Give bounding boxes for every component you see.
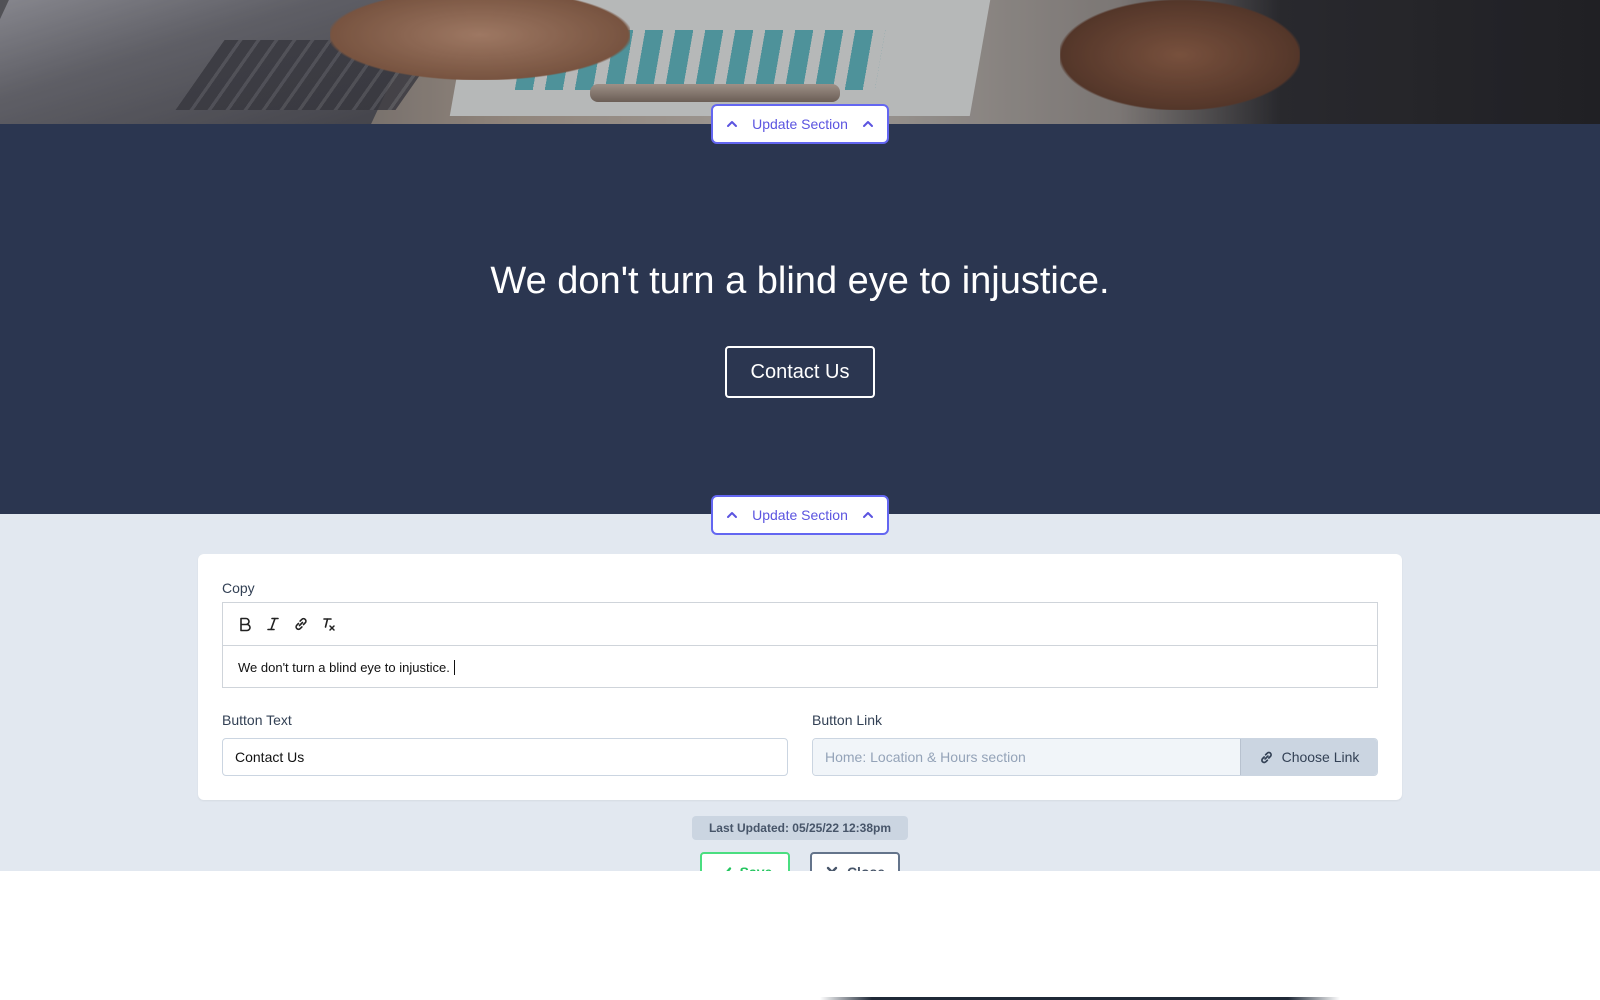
copy-rich-text-editor[interactable]: We don't turn a blind eye to injustice. [222, 602, 1378, 688]
button-link-field: Home: Location & Hours section Choose Li… [812, 738, 1378, 776]
button-text-input[interactable]: Contact Us [222, 738, 788, 776]
bold-icon[interactable] [235, 614, 255, 634]
link-icon [1260, 751, 1272, 763]
update-section-label: Update Section [752, 507, 848, 523]
copy-editor-content[interactable]: We don't turn a blind eye to injustice. [223, 646, 1377, 689]
link-icon[interactable] [291, 614, 311, 634]
update-section-label: Update Section [752, 116, 848, 132]
text-caret [453, 660, 455, 675]
chevron-up-icon [862, 512, 873, 518]
page-below [0, 871, 1600, 1000]
copy-text: We don't turn a blind eye to injustice. [238, 660, 450, 675]
chevron-up-icon [727, 121, 738, 127]
editor-panel: Copy We don't turn a blind eye to injust… [0, 514, 1600, 892]
update-section-button-top[interactable]: Update Section [711, 104, 889, 144]
last-updated-badge: Last Updated: 05/25/22 12:38pm [692, 816, 908, 840]
chevron-up-icon [862, 121, 873, 127]
clear-format-icon[interactable] [319, 614, 339, 634]
contact-us-button[interactable]: Contact Us [725, 346, 875, 398]
choose-link-button[interactable]: Choose Link [1240, 739, 1377, 775]
update-section-button-bottom[interactable]: Update Section [711, 495, 889, 535]
chevron-up-icon [727, 512, 738, 518]
choose-link-label: Choose Link [1281, 749, 1360, 765]
cta-heading: We don't turn a blind eye to injustice. [490, 260, 1110, 302]
cta-section: We don't turn a blind eye to injustice. … [0, 124, 1600, 514]
italic-icon[interactable] [263, 614, 283, 634]
copy-label: Copy [222, 580, 255, 596]
button-link-label: Button Link [812, 712, 883, 728]
button-link-input[interactable]: Home: Location & Hours section [813, 739, 1240, 775]
rte-toolbar [223, 603, 1377, 646]
button-text-label: Button Text [222, 712, 292, 728]
editor-card: Copy We don't turn a blind eye to injust… [198, 554, 1402, 800]
